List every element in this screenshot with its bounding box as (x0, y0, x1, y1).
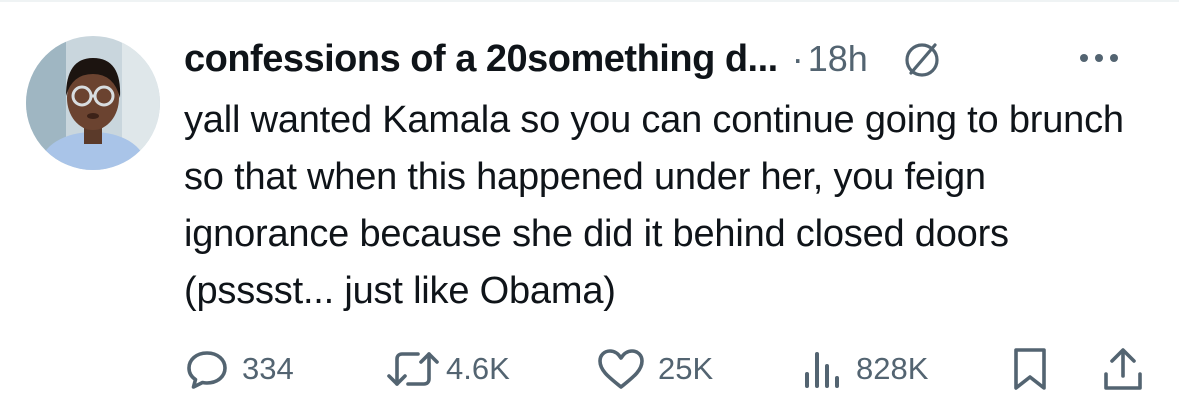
avatar-image (26, 36, 160, 170)
like-button[interactable]: 25K (596, 344, 713, 394)
like-count: 25K (658, 351, 714, 386)
reply-count: 334 (242, 351, 294, 386)
share-button[interactable] (1102, 344, 1144, 394)
timestamp[interactable]: 18h (808, 38, 868, 80)
repost-icon (387, 352, 439, 386)
tweet-actions: 334 4.6K 25K 828K (184, 344, 1154, 394)
tweet-header: confessions of a 20something d... · 18h (184, 36, 1154, 82)
bookmark-icon (1014, 348, 1046, 390)
views-chart-icon (805, 352, 839, 388)
heart-icon (598, 349, 644, 389)
share-icon (1104, 348, 1142, 390)
repost-button[interactable]: 4.6K (386, 344, 510, 394)
avatar[interactable] (26, 36, 160, 170)
circle-slash-icon (902, 39, 942, 79)
header-separator: · (791, 38, 804, 79)
tweet-text: yall wanted Kamala so you can continue g… (184, 99, 1124, 312)
reply-icon (187, 351, 227, 389)
views-count: 828K (856, 351, 929, 386)
tweet[interactable]: confessions of a 20something d... · 18h … (0, 0, 1179, 414)
repost-count: 4.6K (446, 351, 510, 386)
bookmark-button[interactable] (1010, 344, 1050, 394)
author-name[interactable]: confessions of a 20something d... (184, 38, 778, 81)
more-dots-icon[interactable] (1076, 38, 1122, 78)
reply-button[interactable]: 334 (184, 344, 294, 394)
views-button[interactable]: 828K (802, 344, 928, 394)
